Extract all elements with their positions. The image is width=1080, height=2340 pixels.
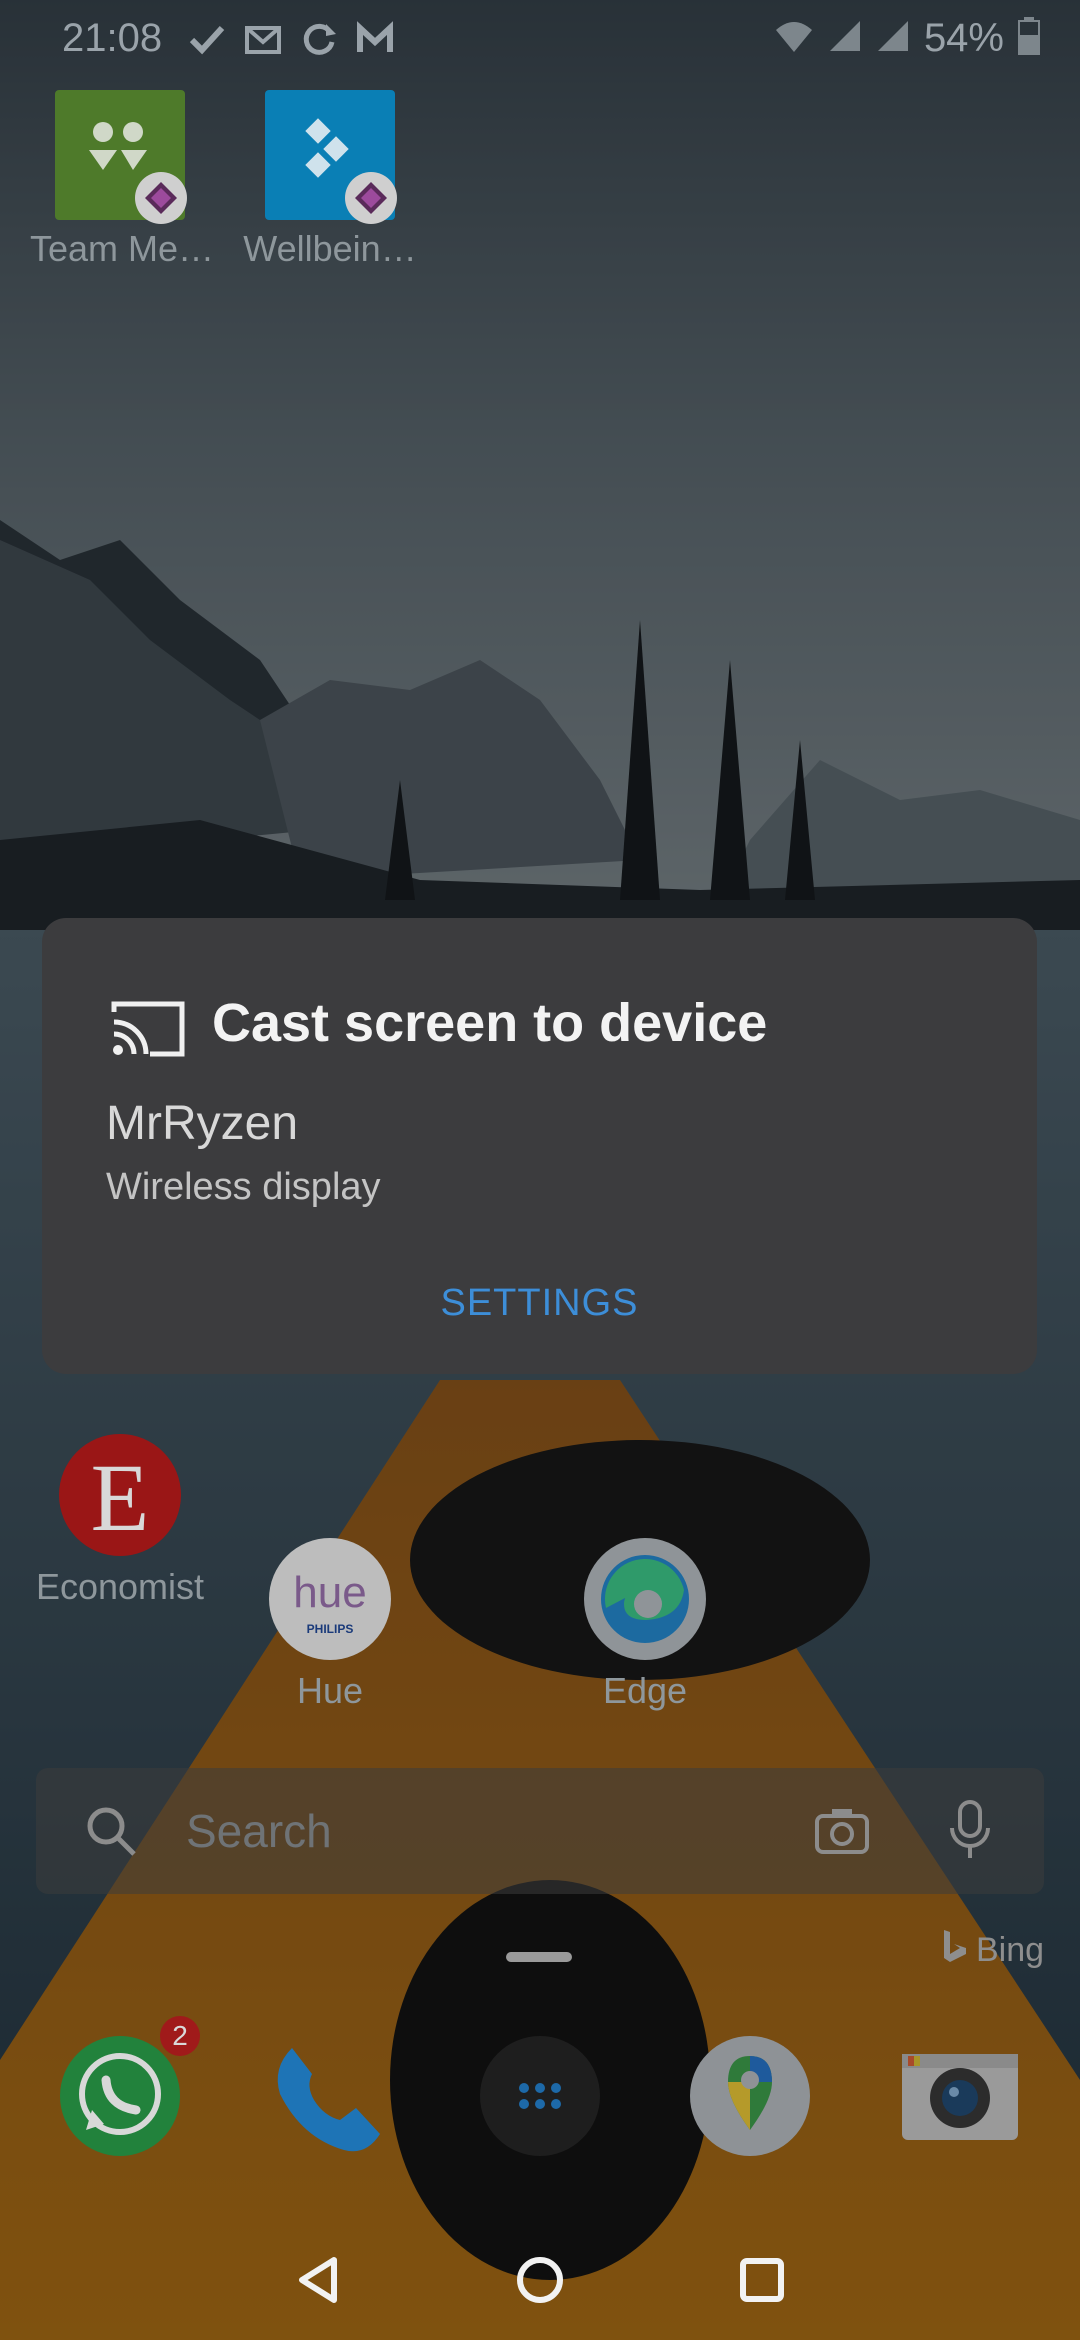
- sync-icon: [300, 20, 338, 58]
- app-label: Economist: [35, 1566, 205, 1607]
- cast-dialog: Cast screen to device MrRyzen Wireless d…: [42, 918, 1037, 1374]
- app-team-members[interactable]: Team Me…: [30, 90, 215, 270]
- device-name[interactable]: MrRyzen: [106, 1096, 298, 1151]
- battery-percentage: 54%: [923, 16, 1004, 60]
- cast-icon: [110, 998, 186, 1063]
- dock-whatsapp[interactable]: [58, 2034, 182, 2158]
- back-icon: [299, 2257, 337, 2303]
- hue-logo-word: hue: [293, 1568, 367, 1617]
- app-economist[interactable]: E Economist: [20, 1434, 220, 1608]
- dock-app-drawer[interactable]: [478, 2034, 602, 2158]
- settings-button[interactable]: SETTINGS: [42, 1282, 1037, 1325]
- recents-icon: [740, 2258, 784, 2302]
- wellbeing-icon: [265, 90, 397, 224]
- signal-icon-2: [876, 19, 910, 58]
- dock-camera[interactable]: [898, 2034, 1022, 2158]
- bing-branding: Bing: [940, 1928, 1044, 1973]
- app-label: Hue: [296, 1670, 364, 1711]
- dock-maps[interactable]: [688, 2034, 812, 2158]
- maps-icon: [690, 2036, 810, 2156]
- dialog-title: Cast screen to device: [212, 993, 768, 1053]
- powerapps-badge-icon: [135, 172, 187, 224]
- wifi-icon: [774, 18, 814, 59]
- gmail-icon: [244, 20, 282, 58]
- hue-logo-brand: PHILIPS: [306, 1622, 354, 1636]
- app-edge[interactable]: Edge: [545, 1538, 745, 1712]
- notification-badge: 2: [160, 2016, 200, 2056]
- whatsapp-icon: [60, 2036, 180, 2156]
- edge-icon: [584, 1538, 706, 1660]
- bing-label: Bing: [976, 1931, 1045, 1969]
- status-bar: 21:08 54%: [0, 0, 1080, 80]
- economist-icon: E: [59, 1434, 181, 1556]
- app-label: Edge: [602, 1670, 688, 1711]
- back-button[interactable]: [290, 2250, 350, 2310]
- app-hue[interactable]: hue PHILIPS Hue: [230, 1538, 430, 1712]
- bing-icon: [940, 1928, 968, 1973]
- camera-search-icon[interactable]: [814, 1806, 870, 1861]
- app-wellbeing[interactable]: Wellbein…: [240, 90, 420, 270]
- app-label: Team Me…: [30, 228, 215, 269]
- phone-icon: [277, 2048, 380, 2152]
- app-drawer-icon: [480, 2036, 600, 2156]
- recents-button[interactable]: [732, 2250, 792, 2310]
- notification-icons: [188, 20, 394, 58]
- microphone-icon[interactable]: [948, 1800, 992, 1865]
- team-members-icon: [55, 90, 187, 224]
- signal-icon: [828, 19, 862, 58]
- search-icon: [84, 1804, 138, 1863]
- navigation-bar: [0, 2220, 1080, 2340]
- status-time: 21:08: [62, 16, 163, 60]
- search-placeholder: Search: [186, 1805, 332, 1857]
- search-bar[interactable]: Search: [36, 1768, 1044, 1894]
- home-icon: [517, 2257, 563, 2303]
- check-icon: [188, 20, 226, 58]
- powerapps-badge-icon: [345, 172, 397, 224]
- battery-icon: [1018, 17, 1040, 60]
- device-type: Wireless display: [106, 1166, 381, 1208]
- camera-icon: [902, 2054, 1018, 2140]
- status-right: 54%: [774, 16, 1040, 61]
- home-button[interactable]: [510, 2250, 570, 2310]
- app-drawer-handle[interactable]: [506, 1952, 572, 1962]
- mail-m-icon: [356, 20, 394, 58]
- dock-phone[interactable]: [262, 2034, 386, 2158]
- economist-logo-letter: E: [90, 1444, 150, 1551]
- app-label: Wellbein…: [243, 228, 417, 269]
- hue-icon: hue PHILIPS: [269, 1538, 391, 1660]
